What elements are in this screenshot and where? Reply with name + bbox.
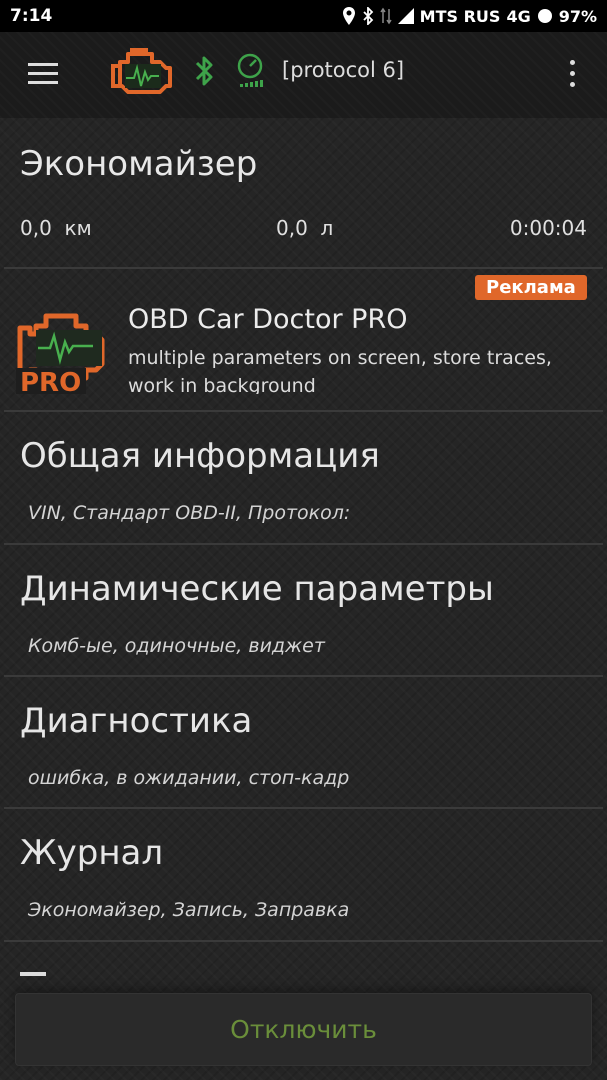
section-subtitle: ошибка, в ожидании, стоп-кадр [28,767,350,789]
section-subtitle: VIN, Стандарт OBD-II, Протокол: [28,502,351,524]
ad-banner[interactable]: Реклама PRO OBD Car Doctor PRO multiple … [0,270,607,410]
divider [4,940,603,942]
status-bar: 7:14 MTS RUS 4G 97% [0,0,607,32]
menu-item-general-info[interactable]: Общая информация VIN, Стандарт OBD-II, П… [0,412,607,542]
bluetooth-status-icon [363,7,373,25]
disconnect-button[interactable]: Отключить [15,993,592,1066]
section-title: Диагностика [20,701,253,741]
more-vert-icon[interactable] [566,60,578,90]
menu-item-journal[interactable]: Журнал Экономайзер, Запись, Заправка [0,809,607,939]
distance-value: 0,0 км [20,216,92,240]
status-icons: MTS RUS 4G 97% [342,7,597,26]
app-toolbar: [protocol 6] [0,32,607,118]
ad-title: OBD Car Doctor PRO [128,304,408,335]
section-subtitle: Экономайзер, Запись, Заправка [28,899,350,921]
location-icon [342,7,355,25]
network-type: 4G [506,6,531,26]
economizer-title: Экономайзер [20,144,258,184]
bluetooth-icon[interactable] [194,54,214,88]
hamburger-menu-icon[interactable] [28,60,60,88]
elapsed-time-value: 0:00:04 [509,216,587,240]
divider [4,267,603,269]
battery-icon [537,9,552,23]
section-subtitle: Комб-ые, одиночные, виджет [28,635,325,657]
battery-level: 97% [558,6,597,26]
ad-badge: Реклама [475,275,587,300]
ad-description: multiple parameters on screen, store tra… [128,347,552,394]
menu-item-diagnostics[interactable]: Диагностика ошибка, в ожидании, стоп-кад… [0,677,607,807]
data-arrows-icon [380,7,392,25]
signal-icon [397,8,414,24]
carrier-name: MTS RUS [419,6,501,26]
section-title: Журнал [20,833,164,873]
section-title: Динамические параметры [20,569,494,609]
fuel-value: 0,0 л [276,216,334,240]
menu-item-dynamic-params[interactable]: Динамические параметры Комб-ые, одиночны… [0,545,607,675]
next-section-title-partial [20,972,46,976]
economizer-panel[interactable]: Экономайзер 0,0 км 0,0 л 0:00:04 [0,118,607,268]
status-time: 7:14 [10,6,53,26]
engine-check-icon [111,48,172,94]
svg-text:PRO: PRO [20,368,81,394]
gauge-icon[interactable] [236,52,266,90]
protocol-label: [protocol 6] [282,58,405,82]
obd-pro-app-icon: PRO [16,313,105,394]
section-title: Общая информация [20,436,380,476]
